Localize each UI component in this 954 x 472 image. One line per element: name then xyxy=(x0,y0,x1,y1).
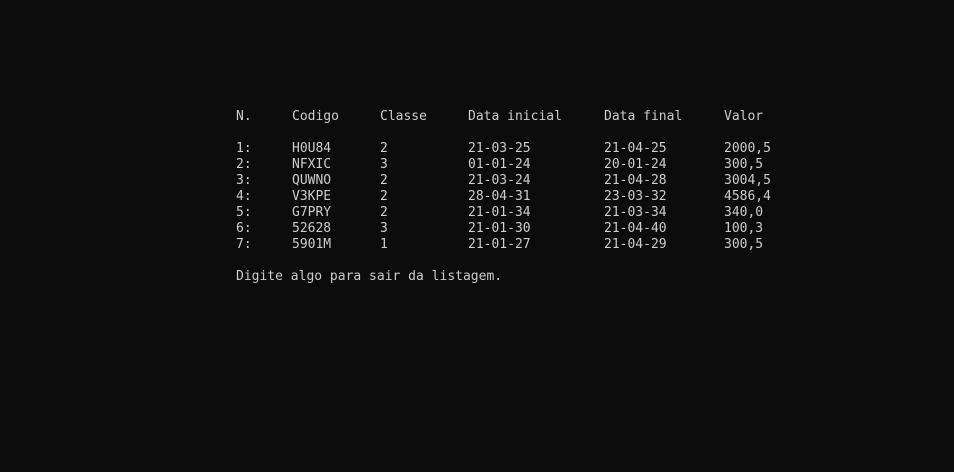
row-number: 4: xyxy=(236,189,252,204)
row-classe: 1 xyxy=(380,237,388,252)
row-number: 5: xyxy=(236,205,252,220)
console-window[interactable]: N. Codigo Classe Data inicial Data final… xyxy=(0,0,954,472)
row-classe: 2 xyxy=(380,141,388,156)
table-row: 7: 5901M 1 21-01-27 21-04-29 300,5 xyxy=(236,237,763,253)
row-valor: 3004,5 xyxy=(724,173,771,188)
row-valor: 300,5 xyxy=(724,237,764,252)
row-data-inicial: 21-01-27 xyxy=(468,237,531,252)
row-data-final: 21-04-40 xyxy=(604,221,667,236)
row-codigo: NFXIC xyxy=(292,157,332,172)
row-codigo: 52628 xyxy=(292,221,332,236)
table-row: 1: H0U84 2 21-03-25 21-04-25 2000,5 xyxy=(236,141,771,157)
header-classe: Classe xyxy=(380,109,427,124)
row-number: 1: xyxy=(236,141,252,156)
table-row: 4: V3KPE 2 28-04-31 23-03-32 4586,4 xyxy=(236,189,771,205)
row-data-inicial: 21-01-34 xyxy=(468,205,531,220)
row-codigo: QUWNO xyxy=(292,173,332,188)
row-data-inicial: 01-01-24 xyxy=(468,157,531,172)
row-data-inicial: 21-01-30 xyxy=(468,221,531,236)
row-data-final: 23-03-32 xyxy=(604,189,667,204)
header-valor: Valor xyxy=(724,109,764,124)
row-codigo: G7PRY xyxy=(292,205,332,220)
row-data-final: 21-03-34 xyxy=(604,205,667,220)
row-data-inicial: 28-04-31 xyxy=(468,189,531,204)
header-data-final: Data final xyxy=(604,109,683,124)
row-classe: 2 xyxy=(380,205,388,220)
table-row: 2: NFXIC 3 01-01-24 20-01-24 300,5 xyxy=(236,157,763,173)
row-data-final: 21-04-28 xyxy=(604,173,667,188)
row-classe: 2 xyxy=(380,173,388,188)
row-valor: 300,5 xyxy=(724,157,764,172)
row-data-final: 21-04-29 xyxy=(604,237,667,252)
exit-prompt: Digite algo para sair da listagem. xyxy=(236,269,503,284)
row-classe: 3 xyxy=(380,157,388,172)
table-body: 1: H0U84 2 21-03-25 21-04-25 2000,5 2: NFXIC 3 01… xyxy=(236,141,771,253)
row-number: 6: xyxy=(236,221,252,236)
row-data-final: 21-04-25 xyxy=(604,141,667,156)
row-valor: 4586,4 xyxy=(724,189,771,204)
row-codigo: V3KPE xyxy=(292,189,332,204)
header-codigo: Codigo xyxy=(292,109,339,124)
table-row: 5: G7PRY 2 21-01-34 21-03-34 340,0 xyxy=(236,205,763,221)
row-number: 2: xyxy=(236,157,252,172)
header-n: N. xyxy=(236,109,252,124)
row-number: 3: xyxy=(236,173,252,188)
table-header-row: N. Codigo Classe Data inicial Data final… xyxy=(236,109,763,125)
row-valor: 2000,5 xyxy=(724,141,771,156)
table-row: 3: QUWNO 2 21-03-24 21-04-28 3004,5 xyxy=(236,173,771,189)
row-classe: 3 xyxy=(380,221,388,236)
header-data-inicial: Data inicial xyxy=(468,109,562,124)
row-valor: 340,0 xyxy=(724,205,764,220)
row-classe: 2 xyxy=(380,189,388,204)
row-data-final: 20-01-24 xyxy=(604,157,667,172)
table-row: 6: 52628 3 21-01-30 21-04-40 100,3 xyxy=(236,221,763,237)
listing-table: N. Codigo Classe Data inicial Data final… xyxy=(236,109,771,253)
row-codigo: 5901M xyxy=(292,237,332,252)
row-data-inicial: 21-03-25 xyxy=(468,141,531,156)
row-data-inicial: 21-03-24 xyxy=(468,173,531,188)
row-codigo: H0U84 xyxy=(292,141,332,156)
row-valor: 100,3 xyxy=(724,221,764,236)
row-number: 7: xyxy=(236,237,252,252)
